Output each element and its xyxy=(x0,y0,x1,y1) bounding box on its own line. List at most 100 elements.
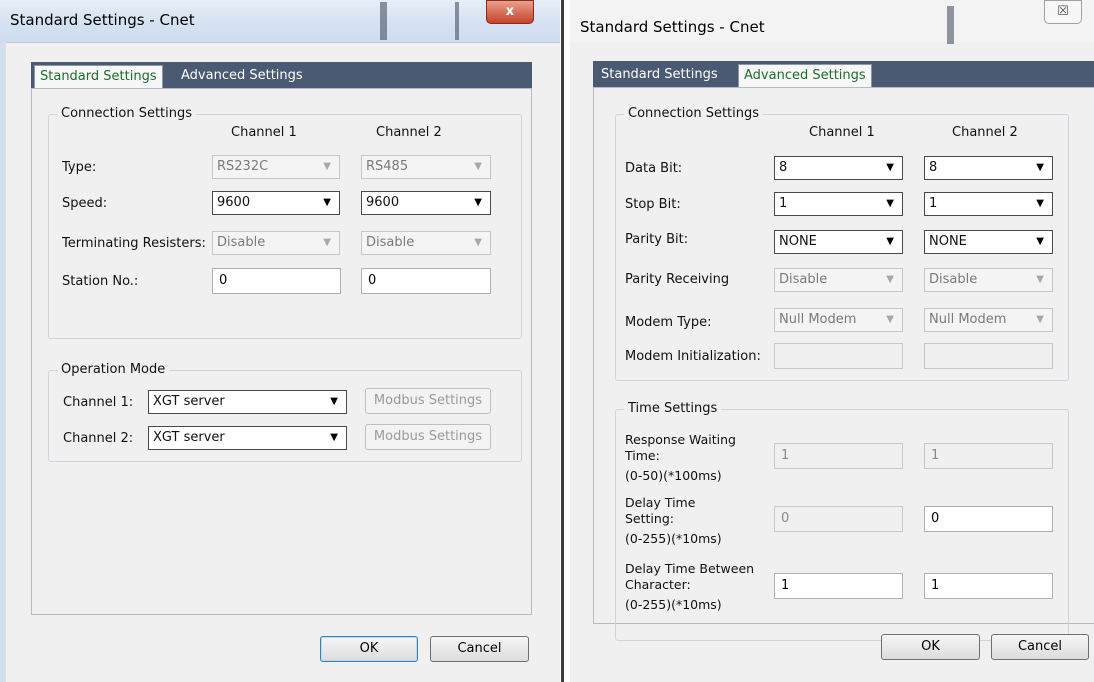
stop-bit-ch1-value: 1 xyxy=(779,196,788,211)
chevron-down-icon: ▼ xyxy=(323,161,331,172)
modem-initialization-label: Modem Initialization: xyxy=(625,349,761,364)
stop-bit-ch2-select[interactable]: 1 ▼ xyxy=(924,192,1053,216)
cancel-button[interactable]: Cancel xyxy=(430,636,529,662)
response-ch2-input[interactable]: 1 xyxy=(924,443,1053,469)
stop-bit-label: Stop Bit: xyxy=(625,197,681,212)
parity-bit-ch1-select[interactable]: NONE ▼ xyxy=(774,230,903,254)
type-ch2-select[interactable]: RS485 ▼ xyxy=(361,155,491,179)
delay-ch1-input[interactable]: 0 xyxy=(774,506,903,532)
background-decoration xyxy=(380,2,387,40)
cancel-button[interactable]: Cancel xyxy=(991,634,1089,660)
delay-ch2-input[interactable]: 0 xyxy=(924,506,1053,532)
parity-bit-ch2-select[interactable]: NONE ▼ xyxy=(924,230,1053,254)
op-channel-1-label: Channel 1: xyxy=(63,395,134,410)
modbus-settings-button-ch1[interactable]: Modbus Settings xyxy=(365,388,491,414)
modbus-settings-button-ch2[interactable]: Modbus Settings xyxy=(365,424,491,450)
op-channel-1-select[interactable]: XGT server ▼ xyxy=(148,390,347,414)
modem-init-ch1-input[interactable] xyxy=(774,343,903,369)
data-bit-ch1-select[interactable]: 8 ▼ xyxy=(774,156,903,180)
label-line: Response Waiting xyxy=(625,432,736,447)
modem-type-label: Modem Type: xyxy=(625,315,712,330)
tab-advanced-settings[interactable]: Advanced Settings xyxy=(738,64,872,87)
modem-type-ch1-value: Null Modem xyxy=(779,312,857,327)
channel-2-header: Channel 2 xyxy=(376,125,442,140)
standard-settings-dialog-right: Standard Settings - Cnet ☒ Standard Sett… xyxy=(570,0,1094,682)
parity-receiving-ch1-select[interactable]: Disable ▼ xyxy=(774,268,903,292)
tab-standard-settings[interactable]: Standard Settings xyxy=(596,64,723,87)
close-button[interactable]: x xyxy=(486,0,534,24)
chevron-down-icon: ▼ xyxy=(886,162,894,173)
type-ch1-select[interactable]: RS232C ▼ xyxy=(212,155,340,179)
op-channel-2-label: Channel 2: xyxy=(63,431,134,446)
delay-time-setting-label: Delay Time Setting: (0-255)(*10ms) xyxy=(625,495,775,547)
terminating-ch1-select[interactable]: Disable ▼ xyxy=(212,231,340,255)
ok-button[interactable]: OK xyxy=(320,636,418,662)
background-decoration xyxy=(455,2,459,40)
tab-advanced-settings[interactable]: Advanced Settings xyxy=(176,65,308,88)
type-ch1-value: RS232C xyxy=(217,159,269,174)
chevron-down-icon: ▼ xyxy=(1036,274,1044,285)
terminating-resisters-label: Terminating Resisters: xyxy=(62,236,206,251)
chevron-down-icon: ▼ xyxy=(330,396,338,407)
tab-bar: Standard Settings Advanced Settings xyxy=(31,62,532,88)
parity-receiving-ch1-value: Disable xyxy=(779,272,828,287)
chevron-down-icon: ▼ xyxy=(474,237,482,248)
response-ch1-input[interactable]: 1 xyxy=(774,443,903,469)
tab-standard-settings[interactable]: Standard Settings xyxy=(34,65,163,88)
image-divider xyxy=(560,0,570,682)
modem-type-ch1-select[interactable]: Null Modem ▼ xyxy=(774,308,903,332)
data-bit-ch2-select[interactable]: 8 ▼ xyxy=(924,156,1053,180)
channel-2-header: Channel 2 xyxy=(952,125,1018,140)
op-channel-2-value: XGT server xyxy=(153,430,225,445)
speed-ch2-value: 9600 xyxy=(366,195,400,210)
modem-type-ch2-value: Null Modem xyxy=(929,312,1007,327)
op-channel-2-select[interactable]: XGT server ▼ xyxy=(148,426,347,450)
tab-bar: Standard Settings Advanced Settings xyxy=(593,61,1094,87)
chevron-down-icon: ▼ xyxy=(1036,236,1044,247)
chevron-down-icon: ▼ xyxy=(886,198,894,209)
background-decoration xyxy=(947,6,954,44)
station-ch2-input[interactable]: 0 xyxy=(361,268,491,294)
label-line: Delay Time xyxy=(625,495,696,510)
window-frame xyxy=(0,42,6,682)
modem-init-ch2-input[interactable] xyxy=(924,343,1053,369)
delay-char-ch2-input[interactable]: 1 xyxy=(924,573,1053,599)
operation-mode-group: Operation Mode Channel 1: XGT server ▼ Mo… xyxy=(48,362,522,462)
chevron-down-icon: ▼ xyxy=(1036,198,1044,209)
terminating-ch2-select[interactable]: Disable ▼ xyxy=(361,231,491,255)
chevron-down-icon: ▼ xyxy=(323,197,331,208)
response-waiting-time-label: Response Waiting Time: (0-50)(*100ms) xyxy=(625,432,775,484)
speed-ch1-select[interactable]: 9600 ▼ xyxy=(212,191,340,215)
stop-bit-ch2-value: 1 xyxy=(929,196,938,211)
tab-panel: Connection Settings Channel 1 Channel 2 … xyxy=(31,88,532,615)
close-button[interactable]: ☒ xyxy=(1044,0,1082,24)
delay-char-ch1-input[interactable]: 1 xyxy=(774,573,903,599)
parity-receiving-ch2-select[interactable]: Disable ▼ xyxy=(924,268,1053,292)
stop-bit-ch1-select[interactable]: 1 ▼ xyxy=(774,192,903,216)
chevron-down-icon: ▼ xyxy=(1036,162,1044,173)
group-title: Operation Mode xyxy=(57,362,170,377)
label-range: (0-255)(*10ms) xyxy=(625,597,722,612)
channel-1-header: Channel 1 xyxy=(231,125,297,140)
op-channel-1-value: XGT server xyxy=(153,394,225,409)
chevron-down-icon: ▼ xyxy=(886,274,894,285)
station-ch1-input[interactable]: 0 xyxy=(212,268,341,294)
chevron-down-icon: ▼ xyxy=(330,432,338,443)
parity-bit-label: Parity Bit: xyxy=(625,232,689,247)
chevron-down-icon: ▼ xyxy=(1036,314,1044,325)
label-line: Setting: xyxy=(625,511,674,526)
type-ch2-value: RS485 xyxy=(366,159,409,174)
label-range: (0-50)(*100ms) xyxy=(625,468,722,483)
speed-ch2-select[interactable]: 9600 ▼ xyxy=(361,191,491,215)
modem-type-ch2-select[interactable]: Null Modem ▼ xyxy=(924,308,1053,332)
data-bit-ch2-value: 8 xyxy=(929,160,938,175)
ok-button[interactable]: OK xyxy=(881,634,980,660)
chevron-down-icon: ▼ xyxy=(886,314,894,325)
type-label: Type: xyxy=(62,160,97,175)
chevron-down-icon: ▼ xyxy=(474,197,482,208)
connection-settings-group: Connection Settings Channel 1 Channel 2 … xyxy=(615,106,1069,381)
label-line: Time: xyxy=(625,448,660,463)
parity-bit-ch2-value: NONE xyxy=(929,234,967,249)
label-range: (0-255)(*10ms) xyxy=(625,531,722,546)
channel-1-header: Channel 1 xyxy=(809,125,875,140)
